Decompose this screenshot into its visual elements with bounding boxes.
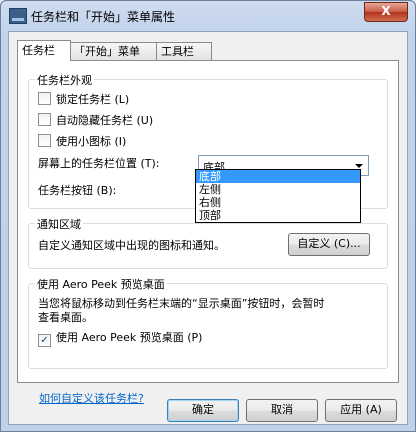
aero-peek-checkbox-label: 使用 Aero Peek 预览桌面 (P) xyxy=(56,331,203,344)
close-button[interactable]: X xyxy=(364,2,408,22)
small-icons-label: 使用小图标 (I) xyxy=(56,135,127,148)
aero-peek-checkbox[interactable]: ✓ 使用 Aero Peek 预览桌面 (P) xyxy=(38,329,202,347)
aero-peek-description-line2: 查看桌面。 xyxy=(38,311,93,324)
aero-peek-checkbox-box[interactable]: ✓ xyxy=(38,334,51,347)
buttons-label: 任务栏按钮 (B): xyxy=(38,184,117,197)
position-option-left[interactable]: 左侧 xyxy=(196,183,360,196)
tab-start-menu[interactable]: 「开始」菜单 xyxy=(69,42,157,60)
properties-window: 任务栏和「开始」菜单属性 X 任务栏 「开始」菜单 工具栏 任务栏外观 锁定任务… xyxy=(0,0,416,432)
help-link[interactable]: 如何自定义该任务栏? xyxy=(39,390,144,406)
lock-taskbar-label: 锁定任务栏 (L) xyxy=(56,93,130,106)
autohide-checkbox-box[interactable] xyxy=(38,113,51,126)
title-bar[interactable]: 任务栏和「开始」菜单属性 X xyxy=(1,1,415,31)
apply-button[interactable]: 应用 (A) xyxy=(325,399,397,422)
tab-toolbars[interactable]: 工具栏 xyxy=(156,42,212,60)
autohide-label: 自动隐藏任务栏 (U) xyxy=(56,114,154,127)
window-title: 任务栏和「开始」菜单属性 xyxy=(31,10,176,24)
aero-peek-group-title: 使用 Aero Peek 预览桌面 xyxy=(35,276,167,292)
small-icons-checkbox[interactable]: 使用小图标 (I) xyxy=(38,133,126,149)
notification-description: 自定义通知区域中出现的图标和通知。 xyxy=(38,239,225,252)
appearance-group-title: 任务栏外观 xyxy=(35,72,94,88)
position-option-right[interactable]: 右侧 xyxy=(196,196,360,209)
position-option-bottom[interactable]: 底部 xyxy=(196,170,360,183)
taskbar-position-dropdown: 底部 左侧 右侧 顶部 xyxy=(195,169,361,223)
taskbar-icon xyxy=(9,8,27,24)
cancel-button[interactable]: 取消 xyxy=(246,399,318,422)
ok-button[interactable]: 确定 xyxy=(167,399,239,422)
dialog-client-area: 任务栏 「开始」菜单 工具栏 任务栏外观 锁定任务栏 (L) 自动隐藏任务栏 (… xyxy=(8,31,408,425)
lock-taskbar-checkbox[interactable]: 锁定任务栏 (L) xyxy=(38,91,129,107)
chevron-down-icon[interactable] xyxy=(355,164,363,168)
position-label: 屏幕上的任务栏位置 (T): xyxy=(38,157,160,170)
position-option-top[interactable]: 顶部 xyxy=(196,209,360,222)
lock-taskbar-checkbox-box[interactable] xyxy=(38,92,51,105)
small-icons-checkbox-box[interactable] xyxy=(38,134,51,147)
tab-taskbar[interactable]: 任务栏 xyxy=(17,40,71,61)
autohide-checkbox[interactable]: 自动隐藏任务栏 (U) xyxy=(38,112,153,128)
notification-group-title: 通知区域 xyxy=(35,216,83,232)
customize-button[interactable]: 自定义 (C)... xyxy=(288,233,370,256)
